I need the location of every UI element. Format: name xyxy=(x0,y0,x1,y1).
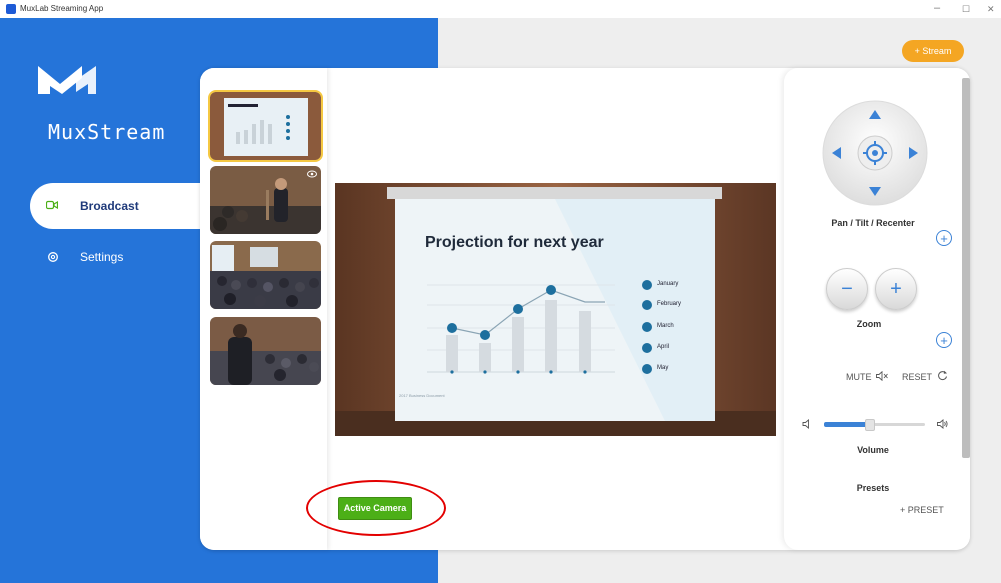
slide-title: Projection for next year xyxy=(425,234,604,251)
reset-button[interactable]: RESET xyxy=(902,372,932,382)
thumb-speaker[interactable] xyxy=(210,166,321,234)
scrollbar[interactable] xyxy=(962,78,970,458)
pan-tilt-label: Pan / Tilt / Recenter xyxy=(831,218,915,228)
camera-preview xyxy=(335,183,776,436)
thumbnail-image xyxy=(210,317,321,385)
title-bar: MuxLab Streaming App – ☐ ✕ xyxy=(0,0,1001,19)
thumb-projection-slide[interactable] xyxy=(208,90,323,162)
zoom-out-button[interactable]: − xyxy=(826,268,868,310)
zoom-in-button[interactable]: + xyxy=(875,268,917,310)
volume-label: Volume xyxy=(857,445,889,455)
legend-item-may: May xyxy=(657,365,669,371)
thumbnail-image xyxy=(210,241,321,309)
brand-name: MuxStream xyxy=(48,120,166,144)
legend-item-april: April xyxy=(657,344,670,350)
volume-high-icon xyxy=(937,419,948,429)
add-preset-button[interactable]: + PRESET xyxy=(900,505,944,515)
presets-label: Presets xyxy=(856,483,890,493)
thumb-audience[interactable] xyxy=(210,241,321,309)
sidebar-item-settings[interactable]: Settings xyxy=(80,250,123,264)
thumb-presenter-back[interactable] xyxy=(210,317,321,385)
volume-slider-handle[interactable] xyxy=(865,419,875,431)
legend-item-february: February xyxy=(657,301,682,307)
eye-icon[interactable] xyxy=(307,170,317,178)
close-button[interactable]: ✕ xyxy=(987,3,995,15)
gear-icon xyxy=(48,252,58,262)
speaker-muted-icon[interactable] xyxy=(876,371,888,381)
volume-fill xyxy=(824,422,869,427)
camera-icon xyxy=(46,200,58,210)
thumbnail-image xyxy=(210,92,321,160)
pan-tilt-joystick[interactable] xyxy=(820,98,930,208)
zoom-label: Zoom xyxy=(856,319,882,329)
slide-footer: 2017 Business Document xyxy=(399,393,445,398)
window-title: MuxLab Streaming App xyxy=(20,4,104,13)
thumbnail-image xyxy=(210,166,321,234)
add-ptz-preset-icon[interactable]: + xyxy=(936,230,952,246)
add-zoom-preset-icon[interactable]: + xyxy=(936,332,952,348)
reset-icon[interactable] xyxy=(937,370,948,381)
add-stream-button[interactable]: + Stream xyxy=(902,40,964,62)
legend-item-march: March xyxy=(657,323,674,329)
highlight-annotation xyxy=(306,480,446,536)
sidebar-item-label-broadcast[interactable]: Broadcast xyxy=(80,199,139,213)
minimize-button[interactable]: – xyxy=(934,2,940,14)
volume-low-icon xyxy=(802,419,809,429)
legend-item-january: January xyxy=(657,281,679,287)
mute-button[interactable]: MUTE xyxy=(846,372,872,382)
maximize-button[interactable]: ☐ xyxy=(962,3,970,15)
app-icon xyxy=(6,4,16,14)
